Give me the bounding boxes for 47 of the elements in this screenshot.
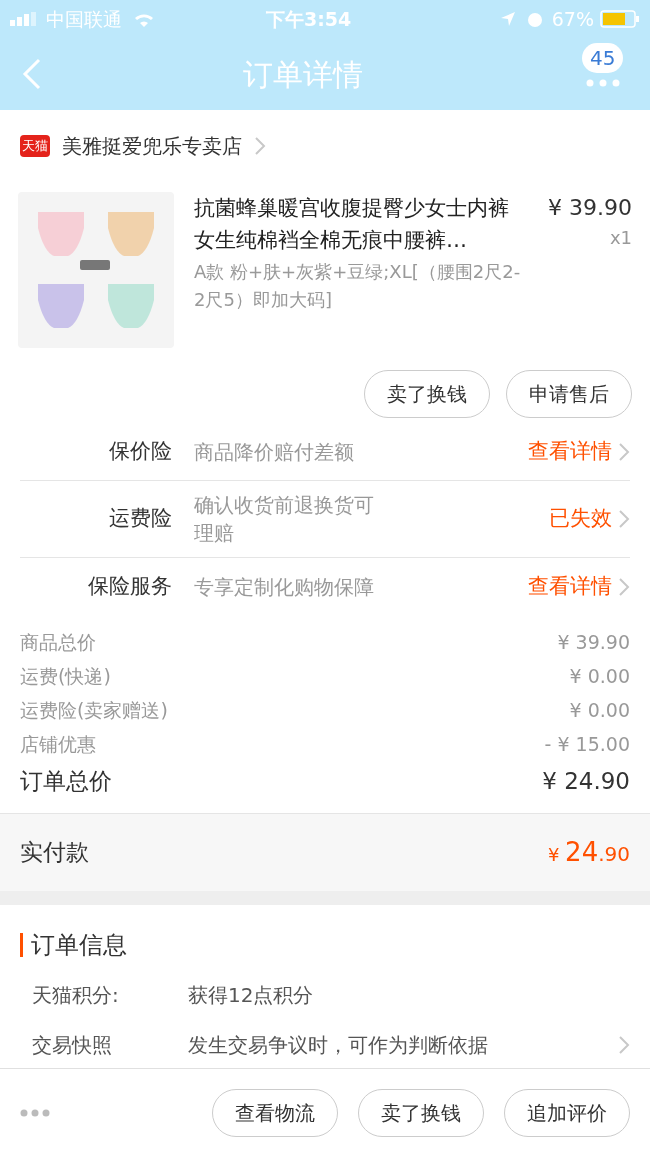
service-label: 保险服务 — [87, 572, 172, 600]
order-info-value: 发生交易争议时，可作为判断依据 — [188, 1032, 489, 1059]
summary-label: 商品总价 — [20, 630, 96, 655]
carrier-name: 中国联通 — [46, 6, 122, 32]
service-label: 保价险 — [108, 438, 172, 466]
total-value: ¥ 24.90 — [542, 767, 630, 796]
service-description: 确认收货前退换货可理赔 — [194, 492, 375, 547]
back-icon[interactable] — [22, 58, 42, 90]
paid-label: 实付款 — [20, 838, 89, 868]
order-info-label: 天猫积分: — [32, 982, 120, 1009]
page-title: 订单详情 — [242, 55, 364, 94]
chevron-icon — [618, 509, 630, 529]
summary-value: ¥ 39.90 — [557, 630, 630, 655]
order-info-title: 订单信息 — [31, 930, 127, 961]
chevron-icon — [618, 442, 630, 462]
service-description: 商品降价赔付差额 — [194, 439, 355, 466]
summary-value: ¥ 0.00 — [569, 698, 630, 723]
more-icon[interactable] — [586, 79, 620, 87]
chevron-icon — [254, 136, 266, 156]
order-action-button[interactable]: 追加评价 — [504, 1088, 630, 1137]
order-info-label: 交易快照 — [32, 1032, 113, 1059]
status-time: 下午3:54 — [266, 6, 352, 32]
summary-value: ¥ 0.00 — [569, 664, 630, 689]
message-count-badge: 45 — [582, 43, 624, 73]
store-name[interactable]: 美雅挺爱兜乐专卖店 — [62, 131, 242, 161]
store-logo: 天猫 — [20, 135, 50, 157]
location-icon — [499, 11, 516, 27]
product-price: ¥ 39.90 — [548, 194, 632, 222]
order-action-button[interactable]: 查看物流 — [212, 1088, 338, 1137]
battery-percent: 67% — [551, 6, 594, 32]
service-description: 专享定制化购物保障 — [194, 573, 375, 601]
summary-value: - ¥ 15.00 — [544, 732, 630, 757]
total-label: 订单总价 — [20, 767, 112, 796]
paid-amount: ¥ 24.90 — [547, 836, 630, 869]
service-label: 运费险 — [108, 505, 172, 533]
battery-icon — [600, 10, 640, 28]
product-title[interactable]: 抗菌蜂巢暖宫收腹提臀少女士内裤女生纯棉裆全棉无痕中腰裤… — [194, 192, 528, 256]
more-icon[interactable] — [20, 1108, 50, 1117]
summary-label: 运费(快递) — [20, 664, 111, 689]
chevron-icon — [618, 576, 630, 597]
order-action-button[interactable]: 卖了换钱 — [358, 1088, 484, 1137]
summary-label: 店铺优惠 — [20, 732, 96, 757]
product-sku: A款 粉+肤+灰紫+豆绿;XL[（腰围2尺2-2尺5）即加大码] — [194, 260, 522, 312]
signal-icon — [10, 12, 38, 26]
product-quantity: x1 — [609, 226, 632, 250]
summary-label: 运费险(卖家赠送) — [20, 698, 168, 723]
order-info-value: 获得12点积分 — [188, 982, 315, 1009]
